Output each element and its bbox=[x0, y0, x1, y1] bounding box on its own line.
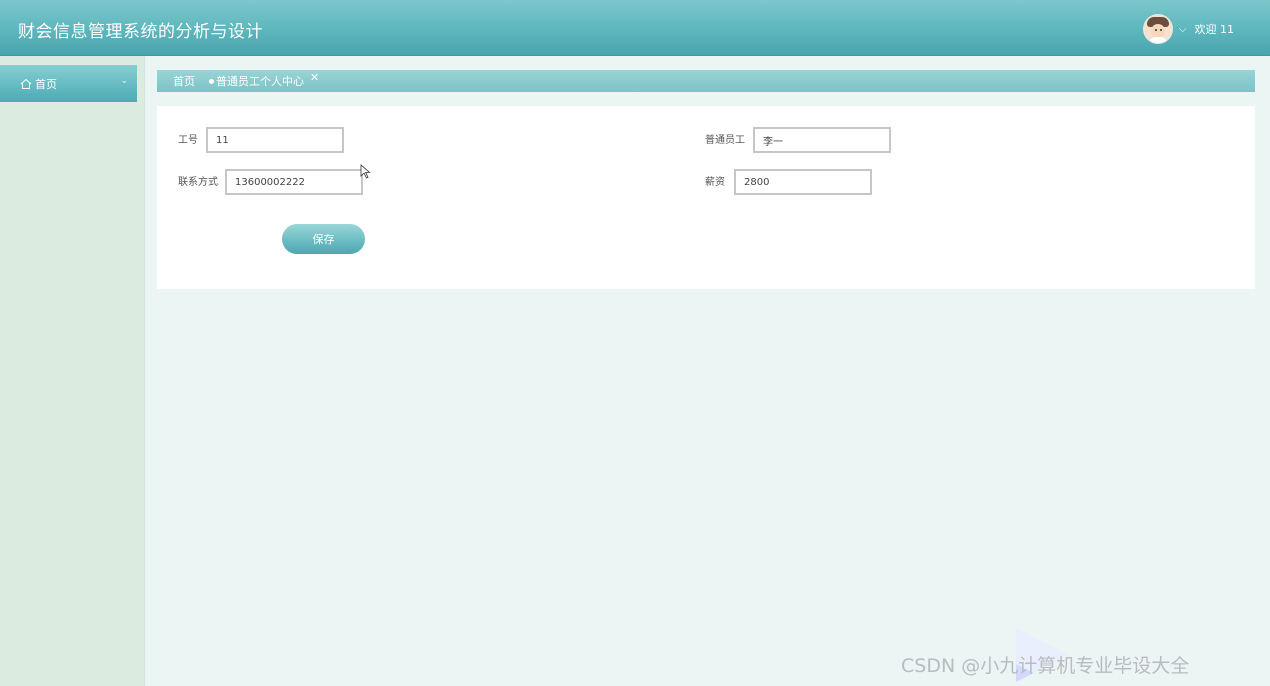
home-icon bbox=[20, 78, 32, 89]
mouse-cursor-icon bbox=[360, 164, 371, 179]
salary-field[interactable] bbox=[734, 169, 872, 195]
active-dot-icon bbox=[209, 78, 214, 84]
tab-home[interactable]: 首页 bbox=[173, 73, 195, 89]
app-title: 财会信息管理系统的分析与设计 bbox=[18, 22, 263, 42]
salary-label: 薪资 bbox=[705, 177, 725, 188]
watermark-text: CSDN @小九计算机专业毕设大全 bbox=[901, 655, 1190, 677]
profile-form: 工号 普通员工 联系方式 薪资 保存 bbox=[157, 106, 1255, 289]
sidebar-item-home[interactable]: 首页 ⌄ bbox=[0, 65, 137, 102]
employee-name-field[interactable] bbox=[753, 127, 891, 153]
contact-field[interactable] bbox=[225, 169, 363, 195]
save-button[interactable]: 保存 bbox=[282, 224, 365, 254]
close-icon[interactable]: ✕ bbox=[310, 71, 319, 84]
sidebar-item-label: 首页 bbox=[35, 77, 57, 91]
welcome-text: 欢迎 11 bbox=[1194, 23, 1235, 36]
app-header: 财会信息管理系统的分析与设计 ⌵ 欢迎 11 bbox=[0, 0, 1270, 56]
tab-personal-center[interactable]: 普通员工个人中心 bbox=[209, 73, 304, 89]
user-menu[interactable]: ⌵ 欢迎 11 bbox=[1142, 14, 1235, 44]
employee-name-label: 普通员工 bbox=[705, 135, 745, 146]
employee-no-field[interactable] bbox=[206, 127, 344, 153]
contact-label: 联系方式 bbox=[178, 177, 218, 188]
sidebar: 首页 ⌄ bbox=[0, 56, 145, 686]
tab-bar: 首页 普通员工个人中心 ✕ bbox=[157, 70, 1255, 92]
tab-label: 普通员工个人中心 bbox=[216, 75, 304, 88]
chevron-down-icon: ⌄ bbox=[120, 76, 128, 86]
employee-no-label: 工号 bbox=[178, 135, 198, 146]
chevron-down-icon[interactable]: ⌵ bbox=[1179, 24, 1187, 35]
avatar[interactable] bbox=[1142, 14, 1173, 44]
